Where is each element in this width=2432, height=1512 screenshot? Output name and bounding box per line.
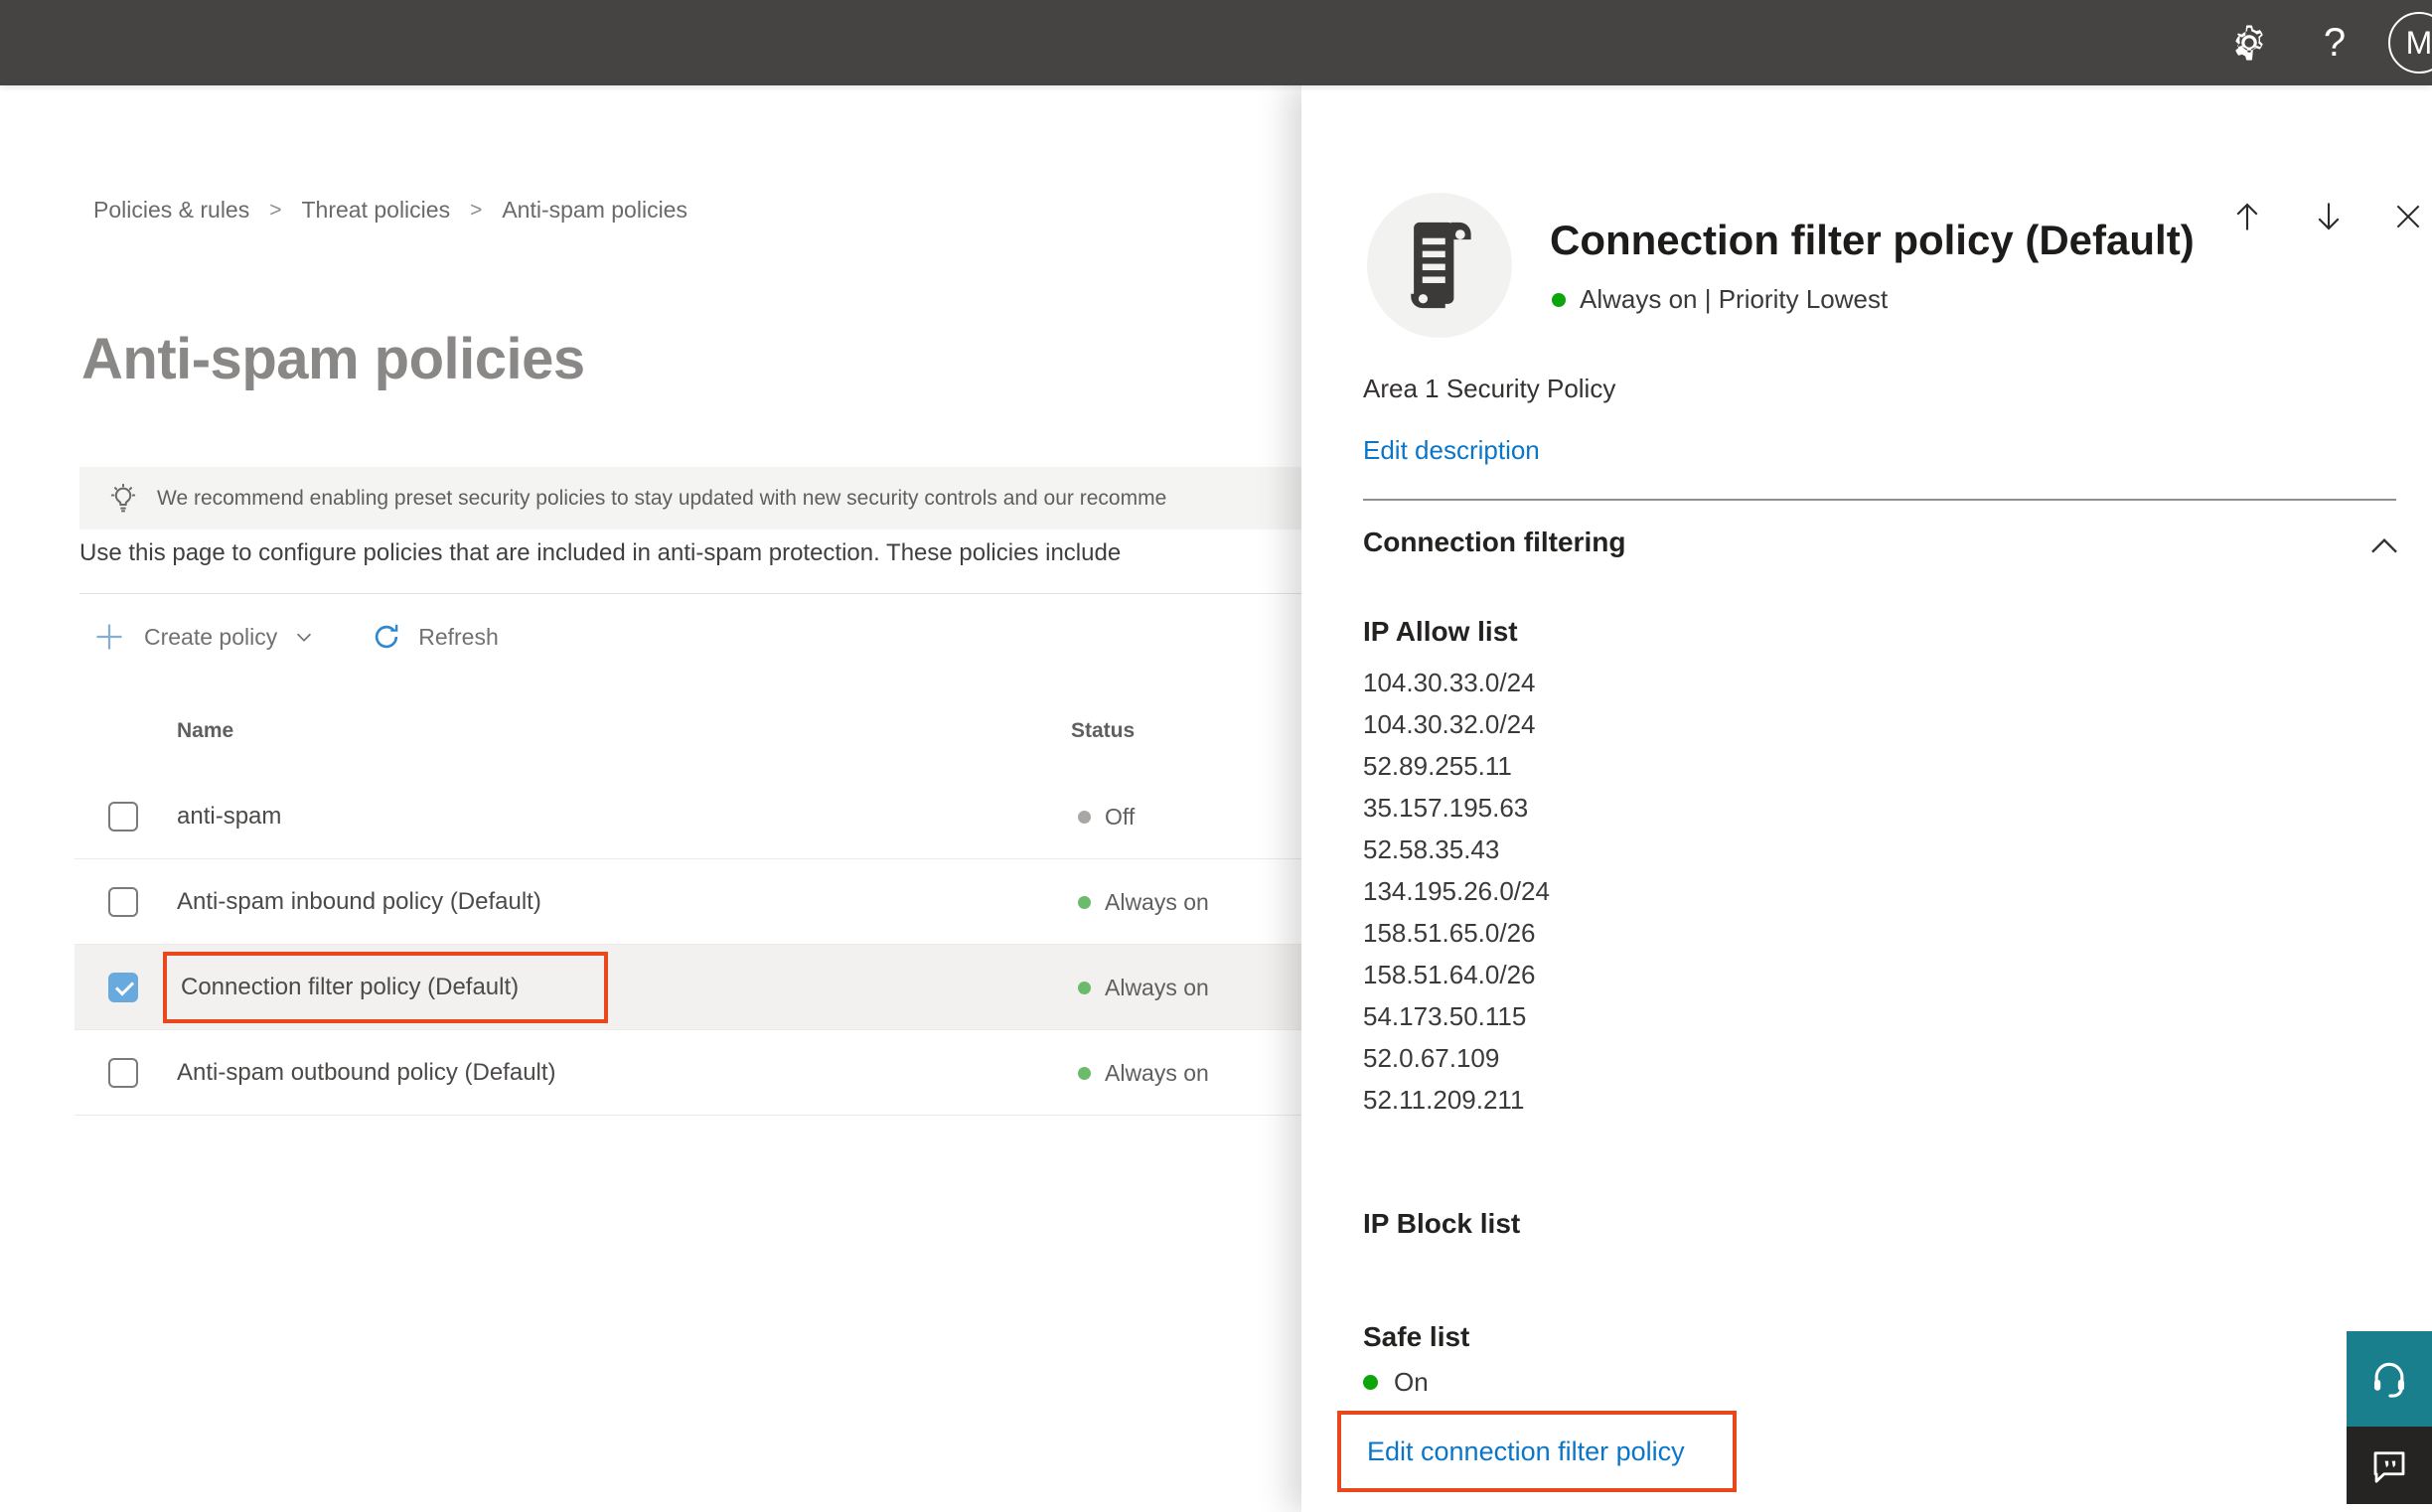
row-checkbox[interactable] — [108, 887, 138, 917]
ip-entry: 52.0.67.109 — [1363, 1043, 1500, 1073]
collapse-section-button[interactable] — [2368, 532, 2400, 563]
create-policy-button[interactable]: Create policy — [94, 622, 315, 652]
table-row-outbound-policy[interactable]: Anti-spam outbound policy (Default) Alwa… — [75, 1030, 1302, 1116]
close-panel-button[interactable] — [2388, 197, 2428, 236]
help-button[interactable]: ? — [2307, 0, 2362, 85]
annotation-box-connection-filter: Connection filter policy (Default) — [163, 952, 608, 1023]
panel-status-text: Always on | Priority Lowest — [1580, 284, 1889, 314]
status-text: Always on — [1105, 889, 1209, 915]
breadcrumb-anti-spam-policies[interactable]: Anti-spam policies — [502, 197, 687, 224]
plus-icon — [94, 622, 124, 652]
help-icon: ? — [2323, 20, 2347, 65]
row-checkbox-checked[interactable] — [108, 973, 138, 1002]
status-text: Off — [1105, 804, 1136, 830]
banner-text: We recommend enabling preset security po… — [157, 486, 1167, 510]
app-window: ? M Policies & rules > Threat policies >… — [0, 0, 2432, 1512]
panel-divider — [1363, 499, 2396, 501]
status-text: Always on — [1105, 1060, 1209, 1086]
status-cell: Always on — [1078, 889, 1209, 916]
edit-connection-filter-policy-link[interactable]: Edit connection filter policy — [1367, 1436, 1685, 1467]
section-connection-filtering: Connection filtering — [1363, 527, 1626, 557]
create-policy-label: Create policy — [144, 623, 278, 650]
breadcrumb-threat-policies[interactable]: Threat policies — [302, 197, 451, 224]
ip-entry: 52.11.209.211 — [1363, 1085, 1525, 1115]
table-row-connection-filter-policy[interactable]: Connection filter policy (Default) Alway… — [75, 945, 1302, 1030]
ip-entry: 52.58.35.43 — [1363, 834, 1500, 864]
table-row-anti-spam[interactable]: anti-spam Off — [75, 774, 1302, 859]
ip-entry: 134.195.26.0/24 — [1363, 876, 1550, 906]
table-row-inbound-policy[interactable]: Anti-spam inbound policy (Default) Alway… — [75, 859, 1302, 945]
ip-entry: 35.157.195.63 — [1363, 793, 1529, 823]
refresh-icon — [371, 621, 402, 653]
column-header-name[interactable]: Name — [177, 719, 233, 743]
row-checkbox[interactable] — [108, 1058, 138, 1088]
recommendation-banner: We recommend enabling preset security po… — [79, 467, 1302, 529]
top-bar: ? M — [0, 0, 2432, 85]
status-dot-on-icon — [1078, 982, 1091, 994]
arrow-up-icon — [2236, 203, 2258, 230]
chevron-up-icon — [2371, 537, 2397, 553]
ip-entry: 158.51.65.0/26 — [1363, 918, 1536, 948]
arrow-down-icon — [2318, 203, 2340, 230]
ip-entry: 54.173.50.115 — [1363, 1001, 1527, 1031]
ip-allow-list-title: IP Allow list — [1363, 616, 1518, 647]
ip-block-list-title: IP Block list — [1363, 1208, 1521, 1239]
chevron-down-icon — [293, 626, 315, 648]
ip-entry: 104.30.32.0/24 — [1363, 709, 1536, 739]
breadcrumb: Policies & rules > Threat policies > Ant… — [93, 197, 687, 224]
policy-name[interactable]: Anti-spam inbound policy (Default) — [177, 888, 541, 916]
status-cell: Always on — [1078, 975, 1209, 1001]
ip-entry: 52.89.255.11 — [1363, 751, 1512, 781]
toolbar: Create policy Refresh — [94, 612, 499, 662]
refresh-label: Refresh — [418, 623, 499, 650]
safe-list-title: Safe list — [1363, 1321, 1470, 1352]
policy-name[interactable]: Anti-spam outbound policy (Default) — [177, 1059, 556, 1087]
ip-entry: 104.30.33.0/24 — [1363, 668, 1536, 697]
headset-icon — [2373, 1362, 2405, 1398]
breadcrumb-separator-icon: > — [470, 198, 483, 222]
safe-list-status: On — [1363, 1367, 1429, 1398]
edit-description-link[interactable]: Edit description — [1363, 435, 1540, 466]
policy-description: Area 1 Security Policy — [1363, 374, 1616, 403]
annotation-box-edit-link: Edit connection filter policy — [1337, 1411, 1737, 1492]
page-title: Anti-spam policies — [81, 327, 585, 391]
policy-name[interactable]: anti-spam — [177, 803, 281, 831]
status-dot-on-icon — [1363, 1375, 1378, 1390]
close-icon — [2396, 205, 2420, 228]
status-text: Always on — [1105, 975, 1209, 1000]
details-panel: Connection filter policy (Default) Alway… — [1301, 85, 2432, 1512]
status-cell: Off — [1078, 804, 1135, 831]
breadcrumb-separator-icon: > — [269, 198, 282, 222]
status-dot-off-icon — [1078, 811, 1091, 824]
account-avatar[interactable]: M — [2388, 12, 2432, 74]
previous-item-button[interactable] — [2227, 197, 2267, 236]
refresh-button[interactable]: Refresh — [315, 621, 499, 653]
breadcrumb-policies-rules[interactable]: Policies & rules — [93, 197, 249, 224]
support-button[interactable] — [2347, 1331, 2432, 1427]
panel-title: Connection filter policy (Default) — [1550, 217, 2195, 263]
column-header-status[interactable]: Status — [1071, 719, 1135, 743]
avatar-initial: M — [2405, 24, 2432, 61]
ip-entry: 158.51.64.0/26 — [1363, 960, 1536, 989]
toolbar-divider — [79, 593, 1302, 594]
ip-allow-list: 104.30.33.0/24 104.30.32.0/24 52.89.255.… — [1363, 662, 1550, 1121]
lightbulb-icon — [107, 483, 139, 515]
scroll-policy-icon — [1411, 222, 1471, 309]
status-dot-on-icon — [1552, 292, 1566, 307]
settings-gear-icon[interactable] — [2217, 0, 2281, 85]
status-dot-on-icon — [1078, 896, 1091, 909]
page-description: Use this page to configure policies that… — [79, 539, 1122, 566]
status-dot-on-icon — [1078, 1067, 1091, 1080]
feedback-speech-bubble-icon — [2373, 1451, 2405, 1483]
row-checkbox[interactable] — [108, 802, 138, 832]
feedback-button[interactable] — [2347, 1427, 2432, 1504]
policy-icon-circle — [1367, 193, 1512, 338]
next-item-button[interactable] — [2309, 197, 2349, 236]
safe-list-status-text: On — [1394, 1367, 1429, 1397]
gear-icon — [2235, 25, 2263, 61]
policy-name[interactable]: Connection filter policy (Default) — [181, 974, 519, 1001]
status-cell: Always on — [1078, 1060, 1209, 1087]
panel-status-line: Always on | Priority Lowest — [1552, 284, 1888, 315]
